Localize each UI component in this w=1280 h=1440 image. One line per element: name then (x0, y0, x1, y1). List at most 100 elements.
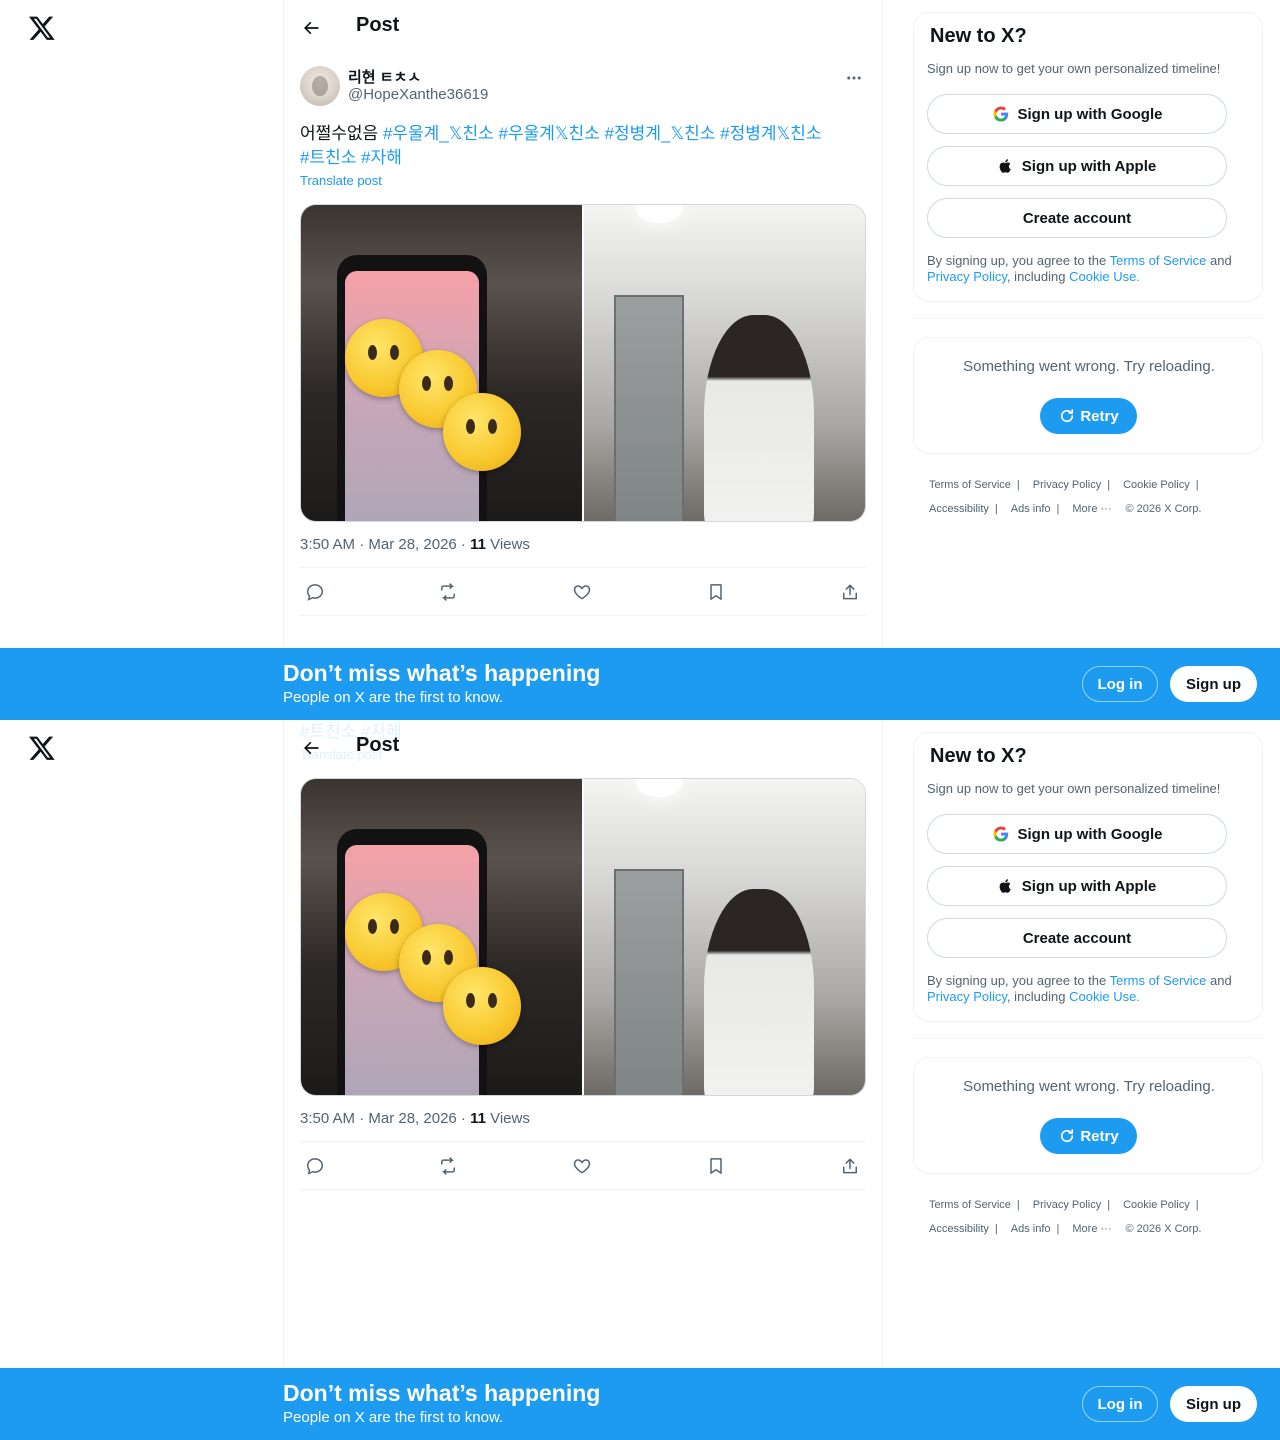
bookmark-icon (710, 584, 722, 600)
footer-ads-link[interactable]: Ads info (1011, 503, 1051, 515)
signup-google-label: Sign up with Google (1017, 825, 1163, 843)
error-message: Something went wrong. Try reloading. (963, 1078, 1215, 1095)
repost-icon (441, 1157, 455, 1175)
reply-icon (306, 584, 324, 601)
cookie-link[interactable]: Cookie Use. (1069, 989, 1140, 1004)
footer-more-link[interactable]: More ··· (1072, 1223, 1111, 1235)
user-handle[interactable]: @HopeXanthe36619 (348, 86, 488, 103)
signup-apple-button[interactable]: Sign up with Apple (927, 866, 1227, 906)
like-button[interactable] (570, 1154, 594, 1178)
share-button[interactable] (838, 1154, 862, 1178)
repost-button[interactable] (436, 580, 460, 604)
retry-button[interactable]: Retry (1040, 398, 1137, 434)
signup-google-button[interactable]: Sign up with Google (927, 814, 1227, 854)
x-logo-icon[interactable] (28, 734, 56, 762)
bookmark-button[interactable] (704, 580, 728, 604)
media-image-right[interactable] (584, 205, 865, 521)
post-time[interactable]: 3:50 AM · Mar 28, 2026 · (300, 536, 470, 553)
hashtag[interactable]: #우울계𝕏친소 (498, 124, 599, 143)
post-media[interactable] (300, 778, 866, 1096)
emoji-face-icon (443, 393, 521, 471)
display-name[interactable]: 리현 ㅌㅊㅅ (348, 66, 421, 87)
terms-and: and (1206, 973, 1232, 988)
primary-column: Post 리현 ㅌㅊㅅ @HopeXanthe36619 어쩔수없음 #우울계_… (283, 720, 883, 1440)
retry-label: Retry (1080, 407, 1119, 425)
post-article: 리현 ㅌㅊㅅ @HopeXanthe36619 어쩔수없음 #우울계_𝕏친소 #… (284, 720, 882, 1190)
hashtag[interactable]: #우울계_𝕏친소 (383, 124, 494, 143)
bookmark-button[interactable] (704, 1154, 728, 1178)
footer-accessibility-link[interactable]: Accessibility (929, 1223, 989, 1235)
create-account-button[interactable]: Create account (927, 198, 1227, 238)
post-actions (300, 568, 866, 616)
hashtag[interactable]: #자해 (361, 148, 402, 167)
reply-button[interactable] (303, 580, 327, 604)
footer-cookie-link[interactable]: Cookie Policy (1123, 1199, 1190, 1211)
create-account-button[interactable]: Create account (927, 918, 1227, 958)
footer-terms-link[interactable]: Terms of Service (929, 479, 1011, 491)
hashtag[interactable]: #트친소 (300, 148, 356, 167)
footer-terms-link[interactable]: Terms of Service (929, 1199, 1011, 1211)
header-bar: Post (284, 720, 882, 774)
signup-button[interactable]: Sign up (1170, 666, 1257, 702)
cookie-link[interactable]: Cookie Use. (1069, 269, 1140, 284)
views-label: Views (485, 1110, 530, 1127)
login-button[interactable]: Log in (1082, 1386, 1158, 1422)
post-media[interactable] (300, 204, 866, 522)
footer-privacy-link[interactable]: Privacy Policy (1033, 1199, 1101, 1211)
back-arrow-icon (304, 21, 319, 35)
x-logo-icon[interactable] (28, 14, 56, 42)
signup-google-button[interactable]: Sign up with Google (927, 94, 1227, 134)
back-button[interactable] (296, 733, 326, 763)
media-image-left[interactable] (301, 205, 582, 521)
post-text-body: 어쩔수없음 (300, 124, 383, 143)
error-message: Something went wrong. Try reloading. (963, 358, 1215, 375)
footer-copyright: © 2026 X Corp. (1125, 1223, 1202, 1235)
post-text: 어쩔수없음 #우울계_𝕏친소 #우울계𝕏친소 #정병계_𝕏친소 #정병계𝕏친소 #… (284, 114, 882, 170)
page-title: Post (356, 734, 400, 756)
privacy-link[interactable]: Privacy Policy (927, 989, 1007, 1004)
footer-cookie-link[interactable]: Cookie Policy (1123, 479, 1190, 491)
sidebar-footer: Terms of Service | Privacy Policy | Cookie… (929, 1199, 1202, 1235)
bookmark-icon (710, 1158, 722, 1174)
hashtag[interactable]: #정병계_𝕏친소 (605, 124, 716, 143)
media-image-left[interactable] (301, 779, 582, 1095)
apple-icon (999, 879, 1011, 893)
footer-ads-link[interactable]: Ads info (1011, 1223, 1051, 1235)
avatar[interactable] (300, 66, 340, 106)
share-button[interactable] (838, 580, 862, 604)
signup-apple-button[interactable]: Sign up with Apple (927, 146, 1227, 186)
reply-button[interactable] (303, 1154, 327, 1178)
footer-more-link[interactable]: More ··· (1072, 503, 1111, 515)
footer-accessibility-link[interactable]: Accessibility (929, 503, 989, 515)
viewport-scrolled: Post 리현 ㅌㅊㅅ @HopeXanthe36619 어쩔수없음 #우울계_… (0, 720, 1280, 1440)
google-icon (992, 826, 1008, 842)
footer-privacy-link[interactable]: Privacy Policy (1033, 479, 1101, 491)
signup-google-label: Sign up with Google (1017, 105, 1163, 123)
terms-link[interactable]: Terms of Service (1110, 973, 1207, 988)
translate-post-link[interactable]: Translate post (284, 170, 882, 192)
login-button[interactable]: Log in (1082, 666, 1158, 702)
like-button[interactable] (570, 580, 594, 604)
retry-button[interactable]: Retry (1040, 1118, 1137, 1154)
views-count: 11 (470, 536, 486, 553)
more-icon (847, 76, 861, 80)
signup-title: New to X? (930, 25, 1027, 47)
post-article: 리현 ㅌㅊㅅ @HopeXanthe36619 어쩔수없음 #우울계_𝕏친소 #… (284, 54, 882, 616)
post-time[interactable]: 3:50 AM · Mar 28, 2026 · (300, 1110, 470, 1127)
repost-button[interactable] (436, 1154, 460, 1178)
media-image-right[interactable] (584, 779, 865, 1095)
ceiling-lamp (636, 779, 682, 797)
signup-button[interactable]: Sign up (1170, 1386, 1257, 1422)
back-button[interactable] (296, 13, 326, 43)
terms-link[interactable]: Terms of Service (1110, 253, 1207, 268)
post-timestamp: 3:50 AM · Mar 28, 2026 · 11 Views (300, 1096, 866, 1142)
terms-including: , including (1006, 989, 1070, 1004)
signup-card: New to X? Sign up now to get your own pe… (913, 12, 1263, 302)
ceiling-lamp (636, 205, 682, 223)
banner-subtitle: People on X are the first to know. (283, 689, 504, 706)
privacy-link[interactable]: Privacy Policy (927, 269, 1007, 284)
hashtag[interactable]: #정병계𝕏친소 (720, 124, 821, 143)
repost-icon (441, 583, 455, 601)
header-bar: Post (284, 0, 882, 54)
more-button[interactable] (842, 66, 866, 90)
